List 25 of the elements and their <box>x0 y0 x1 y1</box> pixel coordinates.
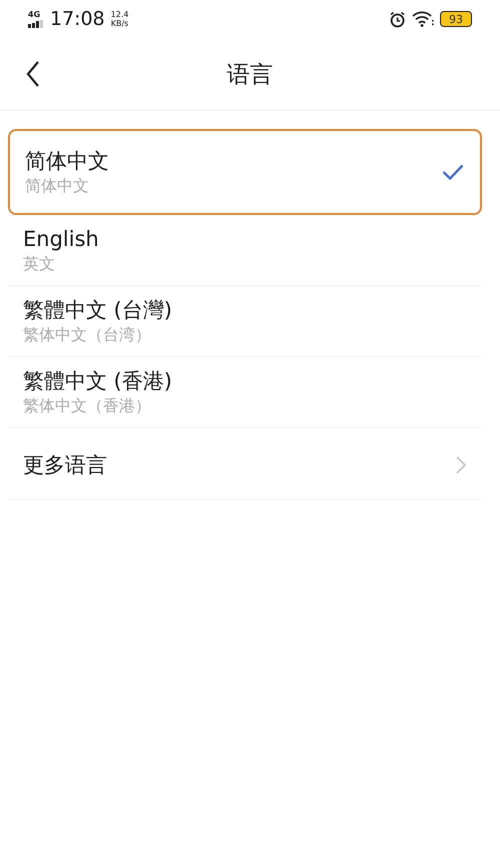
signal-icon <box>28 20 44 28</box>
language-item[interactable]: 繁體中文 (香港) 繁体中文（香港） <box>8 357 482 428</box>
wifi-icon <box>412 11 434 27</box>
speed-unit: KB/s <box>110 19 128 28</box>
more-languages-item[interactable]: 更多语言 <box>8 428 482 500</box>
battery-indicator: 93 <box>440 11 472 27</box>
language-name: 简体中文 <box>25 148 109 175</box>
alarm-icon <box>389 10 406 28</box>
speed-value: 12.4 <box>110 10 129 19</box>
more-languages-label: 更多语言 <box>23 452 107 478</box>
chevron-right-icon <box>456 456 466 474</box>
language-subtitle: 英文 <box>23 253 56 275</box>
language-name: English <box>23 226 99 253</box>
language-subtitle: 简体中文 <box>25 175 90 197</box>
language-subtitle: 繁体中文（香港） <box>23 395 152 417</box>
language-name: 繁體中文 (香港) <box>23 368 172 395</box>
language-item[interactable]: 繁體中文 (台灣) 繁体中文（台湾） <box>8 286 482 357</box>
page-title: 语言 <box>227 60 273 90</box>
language-item[interactable]: English 英文 <box>8 215 482 286</box>
back-icon[interactable] <box>26 61 40 87</box>
language-name: 繁體中文 (台灣) <box>23 297 172 324</box>
language-subtitle: 繁体中文（台湾） <box>23 324 152 346</box>
network-type: 4G <box>28 10 40 18</box>
language-item[interactable]: 简体中文 简体中文 <box>8 129 482 215</box>
status-time: 17:08 <box>50 8 105 30</box>
